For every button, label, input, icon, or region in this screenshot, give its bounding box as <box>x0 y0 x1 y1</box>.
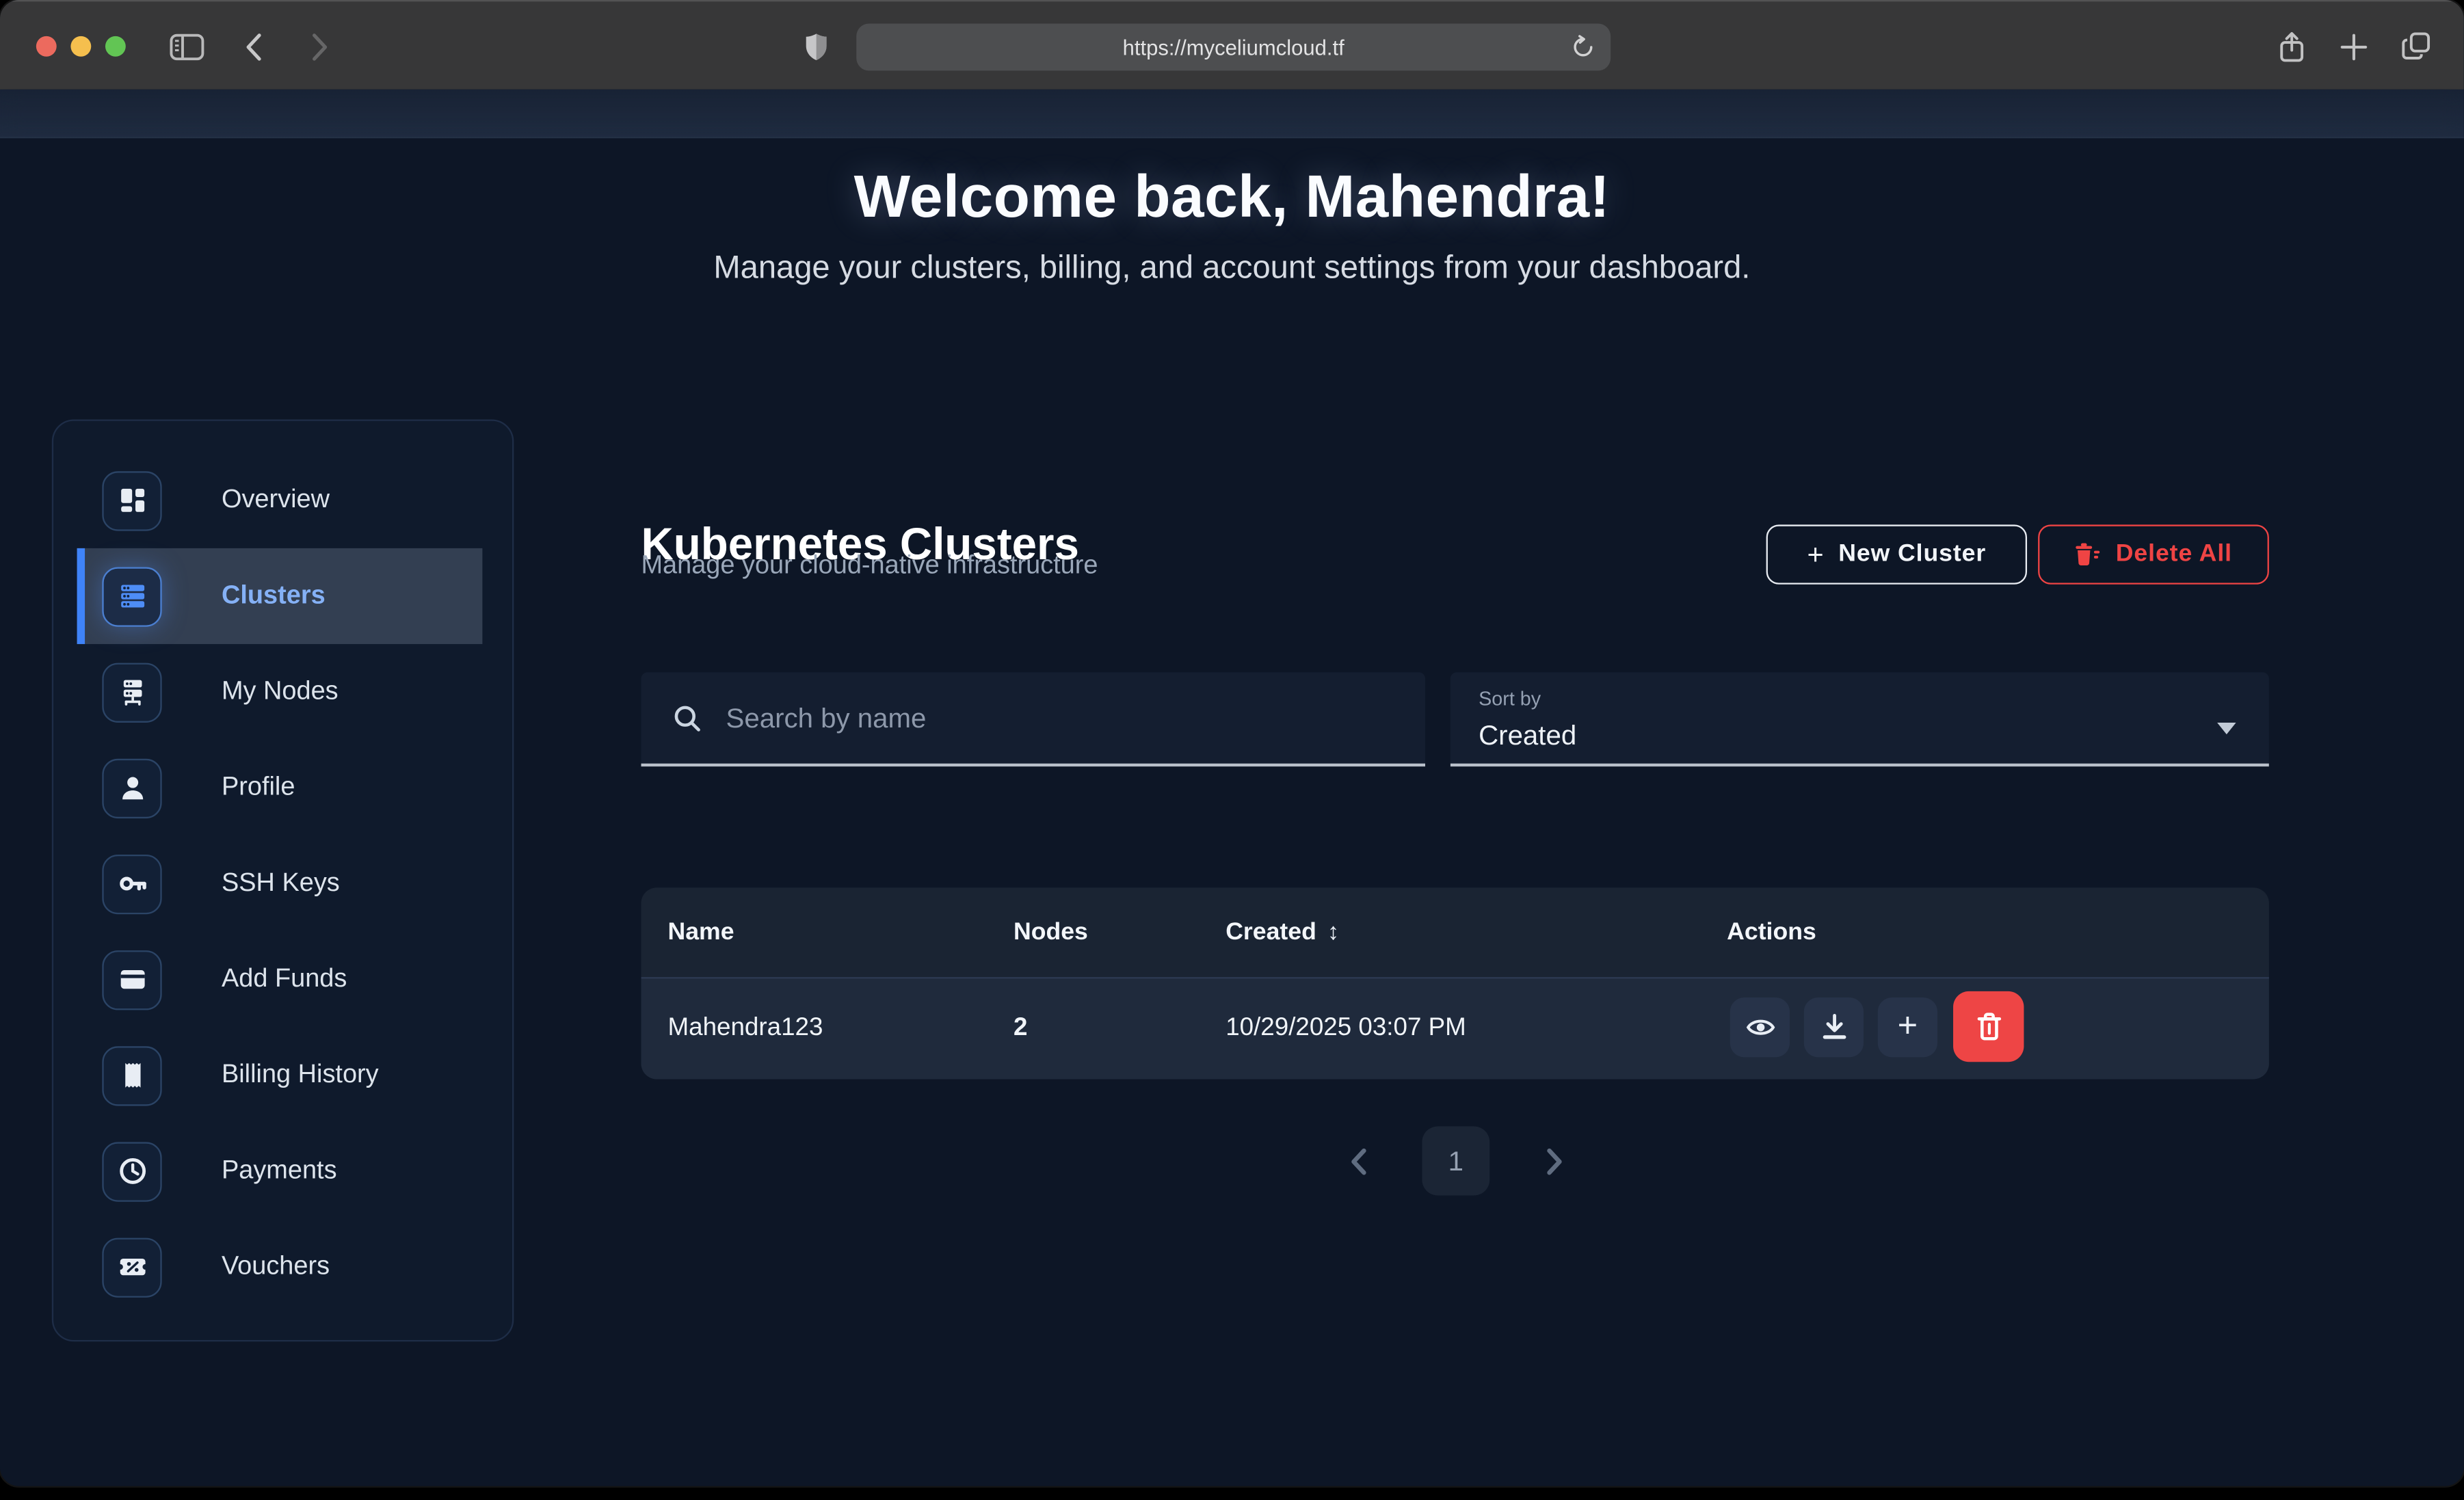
cell-cluster-name: Mahendra123 <box>668 977 823 1079</box>
clusters-table: Name Nodes Created ↕ Actions Mahendra123… <box>641 887 2268 1079</box>
sidebar-item-vouchers[interactable]: Vouchers <box>77 1219 483 1315</box>
delete-all-button[interactable]: Delete All <box>2038 524 2269 584</box>
sort-value: Created <box>1479 719 1576 752</box>
ticket-icon <box>102 1237 161 1296</box>
sidebar-item-profile[interactable]: Profile <box>77 740 483 835</box>
sidebar-item-label: Profile <box>222 773 295 803</box>
browser-toolbar: https://myceliumcloud.tf <box>0 0 2464 90</box>
welcome-heading: Welcome back, Mahendra! <box>0 163 2464 235</box>
sidebar-item-label: Billing History <box>222 1060 379 1090</box>
sidebar-item-label: Vouchers <box>222 1252 330 1282</box>
new-cluster-label: New Cluster <box>1838 540 1986 568</box>
forward-icon[interactable] <box>302 1 336 91</box>
cell-cluster-created: 10/29/2025 03:07 PM <box>1226 977 1466 1079</box>
zoom-window-button[interactable] <box>105 36 126 57</box>
eye-icon <box>1745 1013 1775 1041</box>
sidebar-item-payments[interactable]: Payments <box>77 1123 483 1219</box>
sidebar-item-my-nodes[interactable]: My Nodes <box>77 644 483 740</box>
column-header-nodes: Nodes <box>1014 887 1088 977</box>
page-number-button[interactable]: 1 <box>1422 1126 1489 1195</box>
tab-overview-icon[interactable] <box>2395 1 2436 91</box>
sidebar-item-label: Add Funds <box>222 965 347 995</box>
trash-list-icon <box>2075 542 2102 567</box>
screenshot-stage: https://myceliumcloud.tf Welcome back, M… <box>0 0 2464 1500</box>
privacy-shield-icon[interactable] <box>800 1 832 91</box>
credit-card-icon <box>102 950 161 1009</box>
clock-icon <box>102 1141 161 1201</box>
welcome-subtitle: Manage your clusters, billing, and accou… <box>0 247 2464 291</box>
sidebar-toggle-icon[interactable] <box>167 1 208 91</box>
sidebar-item-billing-history[interactable]: Billing History <box>77 1028 483 1123</box>
sidebar-item-label: Clusters <box>222 581 326 611</box>
sort-updown-icon: ↕ <box>1327 919 1339 946</box>
user-icon <box>102 758 161 818</box>
search-input[interactable] <box>723 700 1320 736</box>
delete-cluster-button[interactable] <box>1953 991 2024 1062</box>
share-icon[interactable] <box>2272 1 2309 91</box>
sidebar-item-label: SSH Keys <box>222 869 340 899</box>
new-cluster-button[interactable]: + New Cluster <box>1766 524 2027 584</box>
key-icon <box>102 854 161 913</box>
trash-icon <box>1974 1011 2002 1043</box>
previous-page-button[interactable] <box>1336 1139 1379 1183</box>
url-text: https://myceliumcloud.tf <box>1123 36 1344 59</box>
delete-all-label: Delete All <box>2116 540 2232 568</box>
minimize-window-button[interactable] <box>70 36 91 57</box>
view-cluster-button[interactable] <box>1730 997 1790 1057</box>
sidebar-item-clusters[interactable]: Clusters <box>77 548 483 644</box>
translucent-navbar <box>0 90 2464 138</box>
chevron-down-icon <box>2217 714 2236 742</box>
dashboard-icon <box>102 470 161 530</box>
traffic-lights <box>36 36 126 57</box>
next-page-button[interactable] <box>1532 1139 1576 1183</box>
sidebar-item-label: Overview <box>222 485 330 515</box>
search-field[interactable] <box>641 672 1425 766</box>
add-node-button[interactable]: + <box>1878 997 1937 1057</box>
new-tab-icon[interactable] <box>2335 1 2372 91</box>
created-header-label: Created <box>1226 918 1316 946</box>
download-icon <box>1820 1013 1847 1041</box>
close-window-button[interactable] <box>36 36 57 57</box>
sidebar-item-label: Payments <box>222 1156 337 1186</box>
column-header-created[interactable]: Created ↕ <box>1226 887 1339 977</box>
receipt-icon <box>102 1045 161 1105</box>
column-header-name: Name <box>668 887 734 977</box>
back-icon[interactable] <box>236 1 271 91</box>
cell-cluster-nodes: 2 <box>1014 977 1027 1079</box>
page-content: Welcome back, Mahendra! Manage your clus… <box>0 90 2464 1486</box>
search-icon <box>672 703 702 733</box>
sidebar-item-label: My Nodes <box>222 677 339 707</box>
server-stack-icon <box>102 566 161 626</box>
sort-by-label: Sort by <box>1479 688 1541 710</box>
column-header-actions: Actions <box>1727 887 1816 977</box>
plus-icon: + <box>1807 540 1824 568</box>
address-bar[interactable]: https://myceliumcloud.tf <box>856 23 1611 70</box>
sort-select[interactable]: Sort by Created <box>1450 672 2269 766</box>
page-subtitle: Manage your cloud-native infrastructure <box>641 551 1098 581</box>
plus-icon: + <box>1898 1008 1918 1043</box>
sidebar-item-ssh-keys[interactable]: SSH Keys <box>77 835 483 931</box>
download-kubeconfig-button[interactable] <box>1804 997 1864 1057</box>
sidebar-item-overview[interactable]: Overview <box>77 453 483 548</box>
browser-window: https://myceliumcloud.tf Welcome back, M… <box>0 0 2464 1486</box>
sidebar: Overview Clusters My Nodes Profile <box>52 419 514 1341</box>
sidebar-item-add-funds[interactable]: Add Funds <box>77 932 483 1028</box>
nodes-icon <box>102 662 161 721</box>
reload-icon[interactable] <box>1572 35 1595 68</box>
